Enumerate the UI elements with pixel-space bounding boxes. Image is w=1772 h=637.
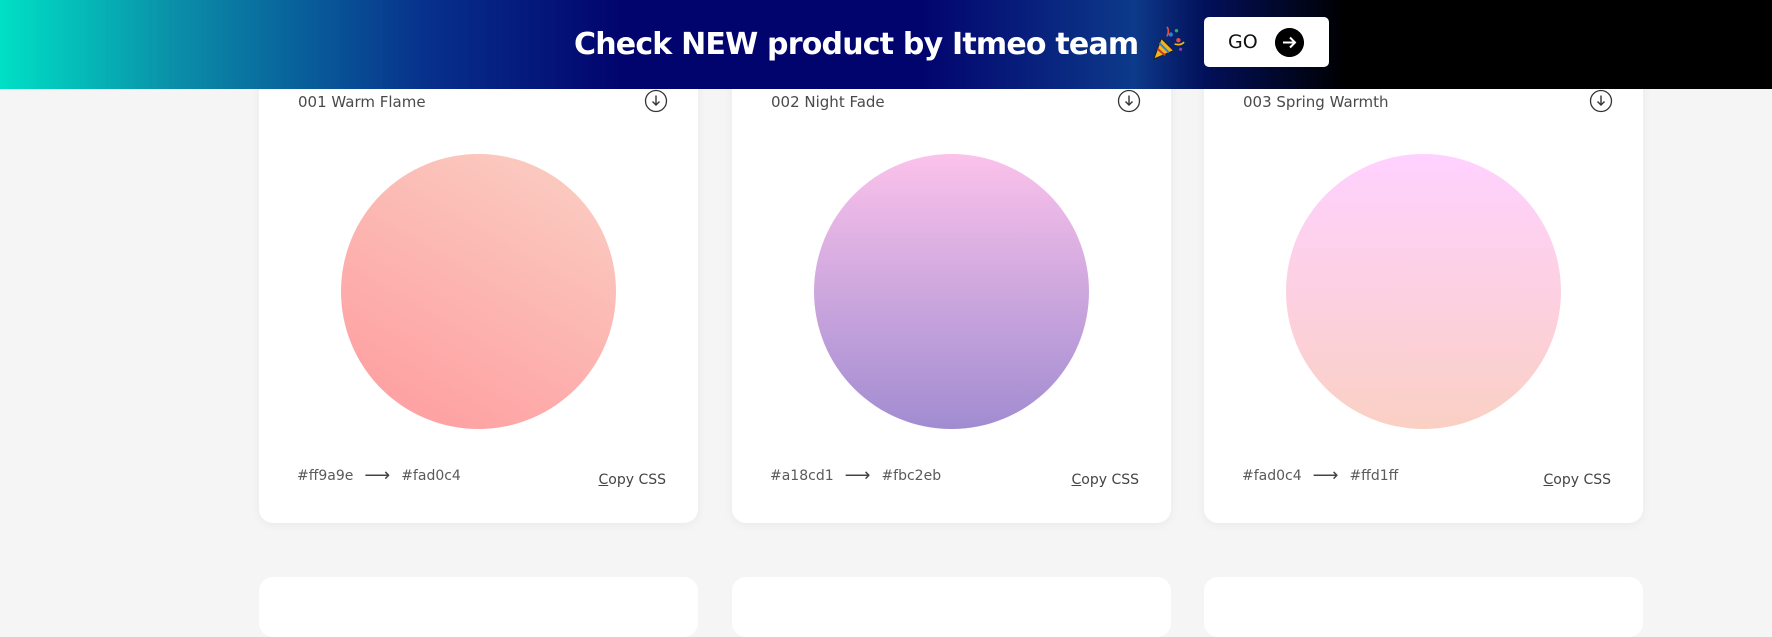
gradient-codes: #ff9a9e ⟶ #fad0c4 [297, 465, 461, 486]
gradient-title: 002 Night Fade [771, 93, 885, 111]
gradient-swatch [341, 154, 616, 429]
gradient-swatch [1286, 154, 1561, 429]
copy-css-button[interactable]: Copy CSS [598, 472, 666, 488]
download-icon[interactable] [1117, 89, 1141, 113]
arrow-right-icon: ⟶ [364, 465, 391, 486]
color-from: #a18cd1 [770, 467, 834, 484]
go-button[interactable]: GO [1204, 17, 1329, 67]
gradient-title: 001 Warm Flame [298, 93, 426, 111]
color-from: #fad0c4 [1242, 467, 1302, 484]
copy-css-label: Copy CSS [1543, 472, 1611, 488]
gradient-title: 003 Spring Warmth [1243, 93, 1389, 111]
copy-css-label: Copy CSS [1071, 472, 1139, 488]
party-popper-icon [1153, 26, 1186, 61]
download-icon[interactable] [644, 89, 668, 113]
promo-message: Check NEW product by Itmeo team [574, 26, 1139, 62]
promo-banner: Check NEW product by Itmeo team GO [0, 0, 1772, 89]
gradient-grid: 001 Warm Flame #ff9a9e ⟶ #fad0c4 Copy CS… [0, 0, 1772, 637]
copy-css-label: Copy CSS [598, 472, 666, 488]
gradient-card-night-fade: 002 Night Fade #a18cd1 ⟶ #fbc2eb Copy CS… [732, 67, 1171, 523]
gradient-card-next [259, 577, 698, 637]
gradient-card-warm-flame: 001 Warm Flame #ff9a9e ⟶ #fad0c4 Copy CS… [259, 67, 698, 523]
gradient-codes: #a18cd1 ⟶ #fbc2eb [770, 465, 941, 486]
color-to: #fad0c4 [401, 467, 461, 484]
promo-text: Check NEW product by Itmeo team [574, 22, 1186, 66]
gradient-swatch [814, 154, 1089, 429]
arrow-right-icon: ⟶ [844, 465, 871, 486]
gradient-card-next [732, 577, 1171, 637]
color-to: #ffd1ff [1349, 467, 1399, 484]
gradient-card-spring-warmth: 003 Spring Warmth #fad0c4 ⟶ #ffd1ff Copy… [1204, 67, 1643, 523]
gradient-card-next [1204, 577, 1643, 637]
gradient-codes: #fad0c4 ⟶ #ffd1ff [1242, 465, 1398, 486]
download-icon[interactable] [1589, 89, 1613, 113]
color-from: #ff9a9e [297, 467, 354, 484]
color-to: #fbc2eb [881, 467, 942, 484]
arrow-right-icon [1275, 28, 1304, 57]
copy-css-button[interactable]: Copy CSS [1071, 472, 1139, 488]
copy-css-button[interactable]: Copy CSS [1543, 472, 1611, 488]
go-label: GO [1228, 31, 1258, 53]
arrow-right-icon: ⟶ [1312, 465, 1339, 486]
